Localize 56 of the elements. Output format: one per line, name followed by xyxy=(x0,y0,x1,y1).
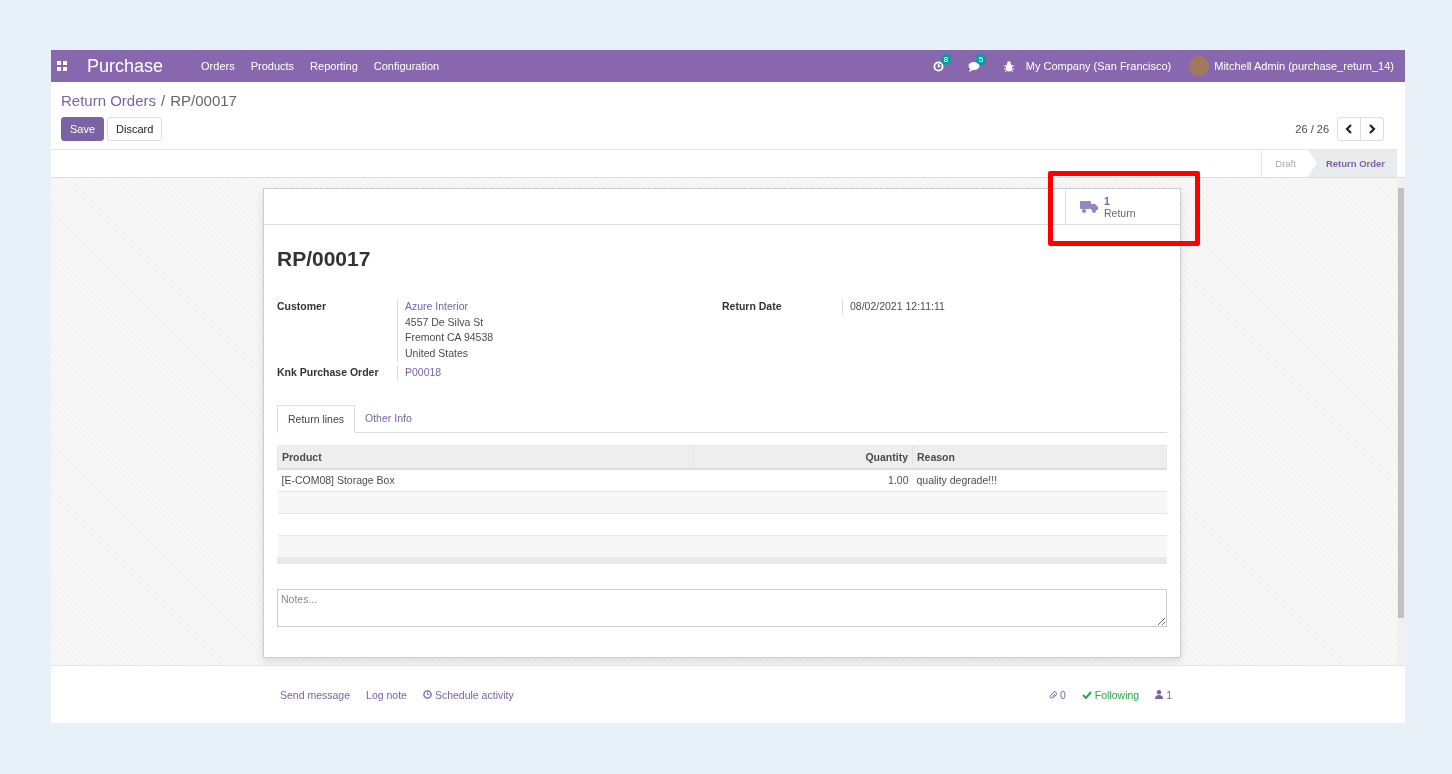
menu-item[interactable]: Products xyxy=(242,60,303,72)
user-menu[interactable]: Mitchell Admin (purchase_return_14) xyxy=(1214,60,1394,72)
table-cell: [E-COM08] Storage Box xyxy=(277,468,694,491)
activity-count-badge: 8 xyxy=(940,53,952,65)
company-switcher[interactable]: My Company (San Francisco) xyxy=(1025,60,1172,72)
clock-icon xyxy=(422,690,432,699)
field-link[interactable]: Azure Interior xyxy=(405,299,494,315)
column-header[interactable]: Product xyxy=(277,445,694,469)
field-value: 08/02/2021 12:11:11 xyxy=(850,299,945,314)
breadcrumb-separator: / xyxy=(161,92,166,109)
column-header[interactable]: Quantity xyxy=(693,445,913,469)
followers-button[interactable]: 1 xyxy=(1155,688,1172,701)
menu-item[interactable]: Configuration xyxy=(365,60,448,72)
chat-icon[interactable] xyxy=(967,60,980,72)
chevron-left-icon xyxy=(1345,124,1353,134)
message-count-badge: 5 xyxy=(975,53,987,65)
paperclip-icon xyxy=(1048,689,1057,700)
apps-menu-icon[interactable] xyxy=(57,61,67,71)
notes-field[interactable]: Notes... xyxy=(277,588,1167,627)
column-header[interactable]: Reason xyxy=(912,445,1167,469)
person-icon xyxy=(1155,690,1164,699)
field-label: Knk Purchase Order xyxy=(277,365,398,381)
field-label: Return Date xyxy=(722,299,843,315)
discard-button[interactable]: Discard xyxy=(107,117,163,141)
chatter-action[interactable]: Schedule activity xyxy=(422,688,514,701)
bug-icon[interactable] xyxy=(1003,60,1014,72)
save-button[interactable]: Save xyxy=(61,117,105,141)
table-cell: quality degrade!!! xyxy=(912,468,1167,491)
field-label: Customer xyxy=(277,299,398,361)
truck-icon xyxy=(1080,200,1098,213)
chatter-action[interactable]: Send message xyxy=(280,688,351,701)
breadcrumb-current: RP/00017 xyxy=(170,92,237,109)
address-line: United States xyxy=(405,345,470,361)
scrollbar[interactable] xyxy=(1397,178,1405,665)
app-name: Purchase xyxy=(87,55,164,77)
address-line: 4557 De Silva St xyxy=(405,314,485,330)
chevron-right-icon xyxy=(1368,124,1376,134)
following-button[interactable]: Following xyxy=(1081,688,1140,701)
pager-counter: 26 / 26 xyxy=(1295,123,1329,135)
tab[interactable]: Return lines xyxy=(277,404,356,433)
return-label: Return xyxy=(1104,206,1136,219)
menu-item[interactable]: Reporting xyxy=(302,60,366,72)
record-title: RP/00017 xyxy=(277,247,372,271)
breadcrumb-link[interactable]: Return Orders xyxy=(61,92,157,109)
chatter-action[interactable]: Log note xyxy=(366,688,407,701)
field-link[interactable]: P00018 xyxy=(405,365,442,381)
check-icon xyxy=(1081,690,1092,699)
table-cell: 1.00 xyxy=(693,468,913,491)
return-smart-button[interactable]: 1 Return xyxy=(1065,189,1180,224)
tab[interactable]: Other Info xyxy=(355,404,422,432)
menu-item[interactable]: Orders xyxy=(193,60,243,72)
return-count: 1 xyxy=(1104,194,1111,207)
status-step[interactable]: Return Order xyxy=(1307,150,1397,177)
clock-icon[interactable] xyxy=(932,60,944,72)
address-line: Fremont CA 94538 xyxy=(405,330,494,345)
attachments-button[interactable]: 0 xyxy=(1048,688,1066,701)
